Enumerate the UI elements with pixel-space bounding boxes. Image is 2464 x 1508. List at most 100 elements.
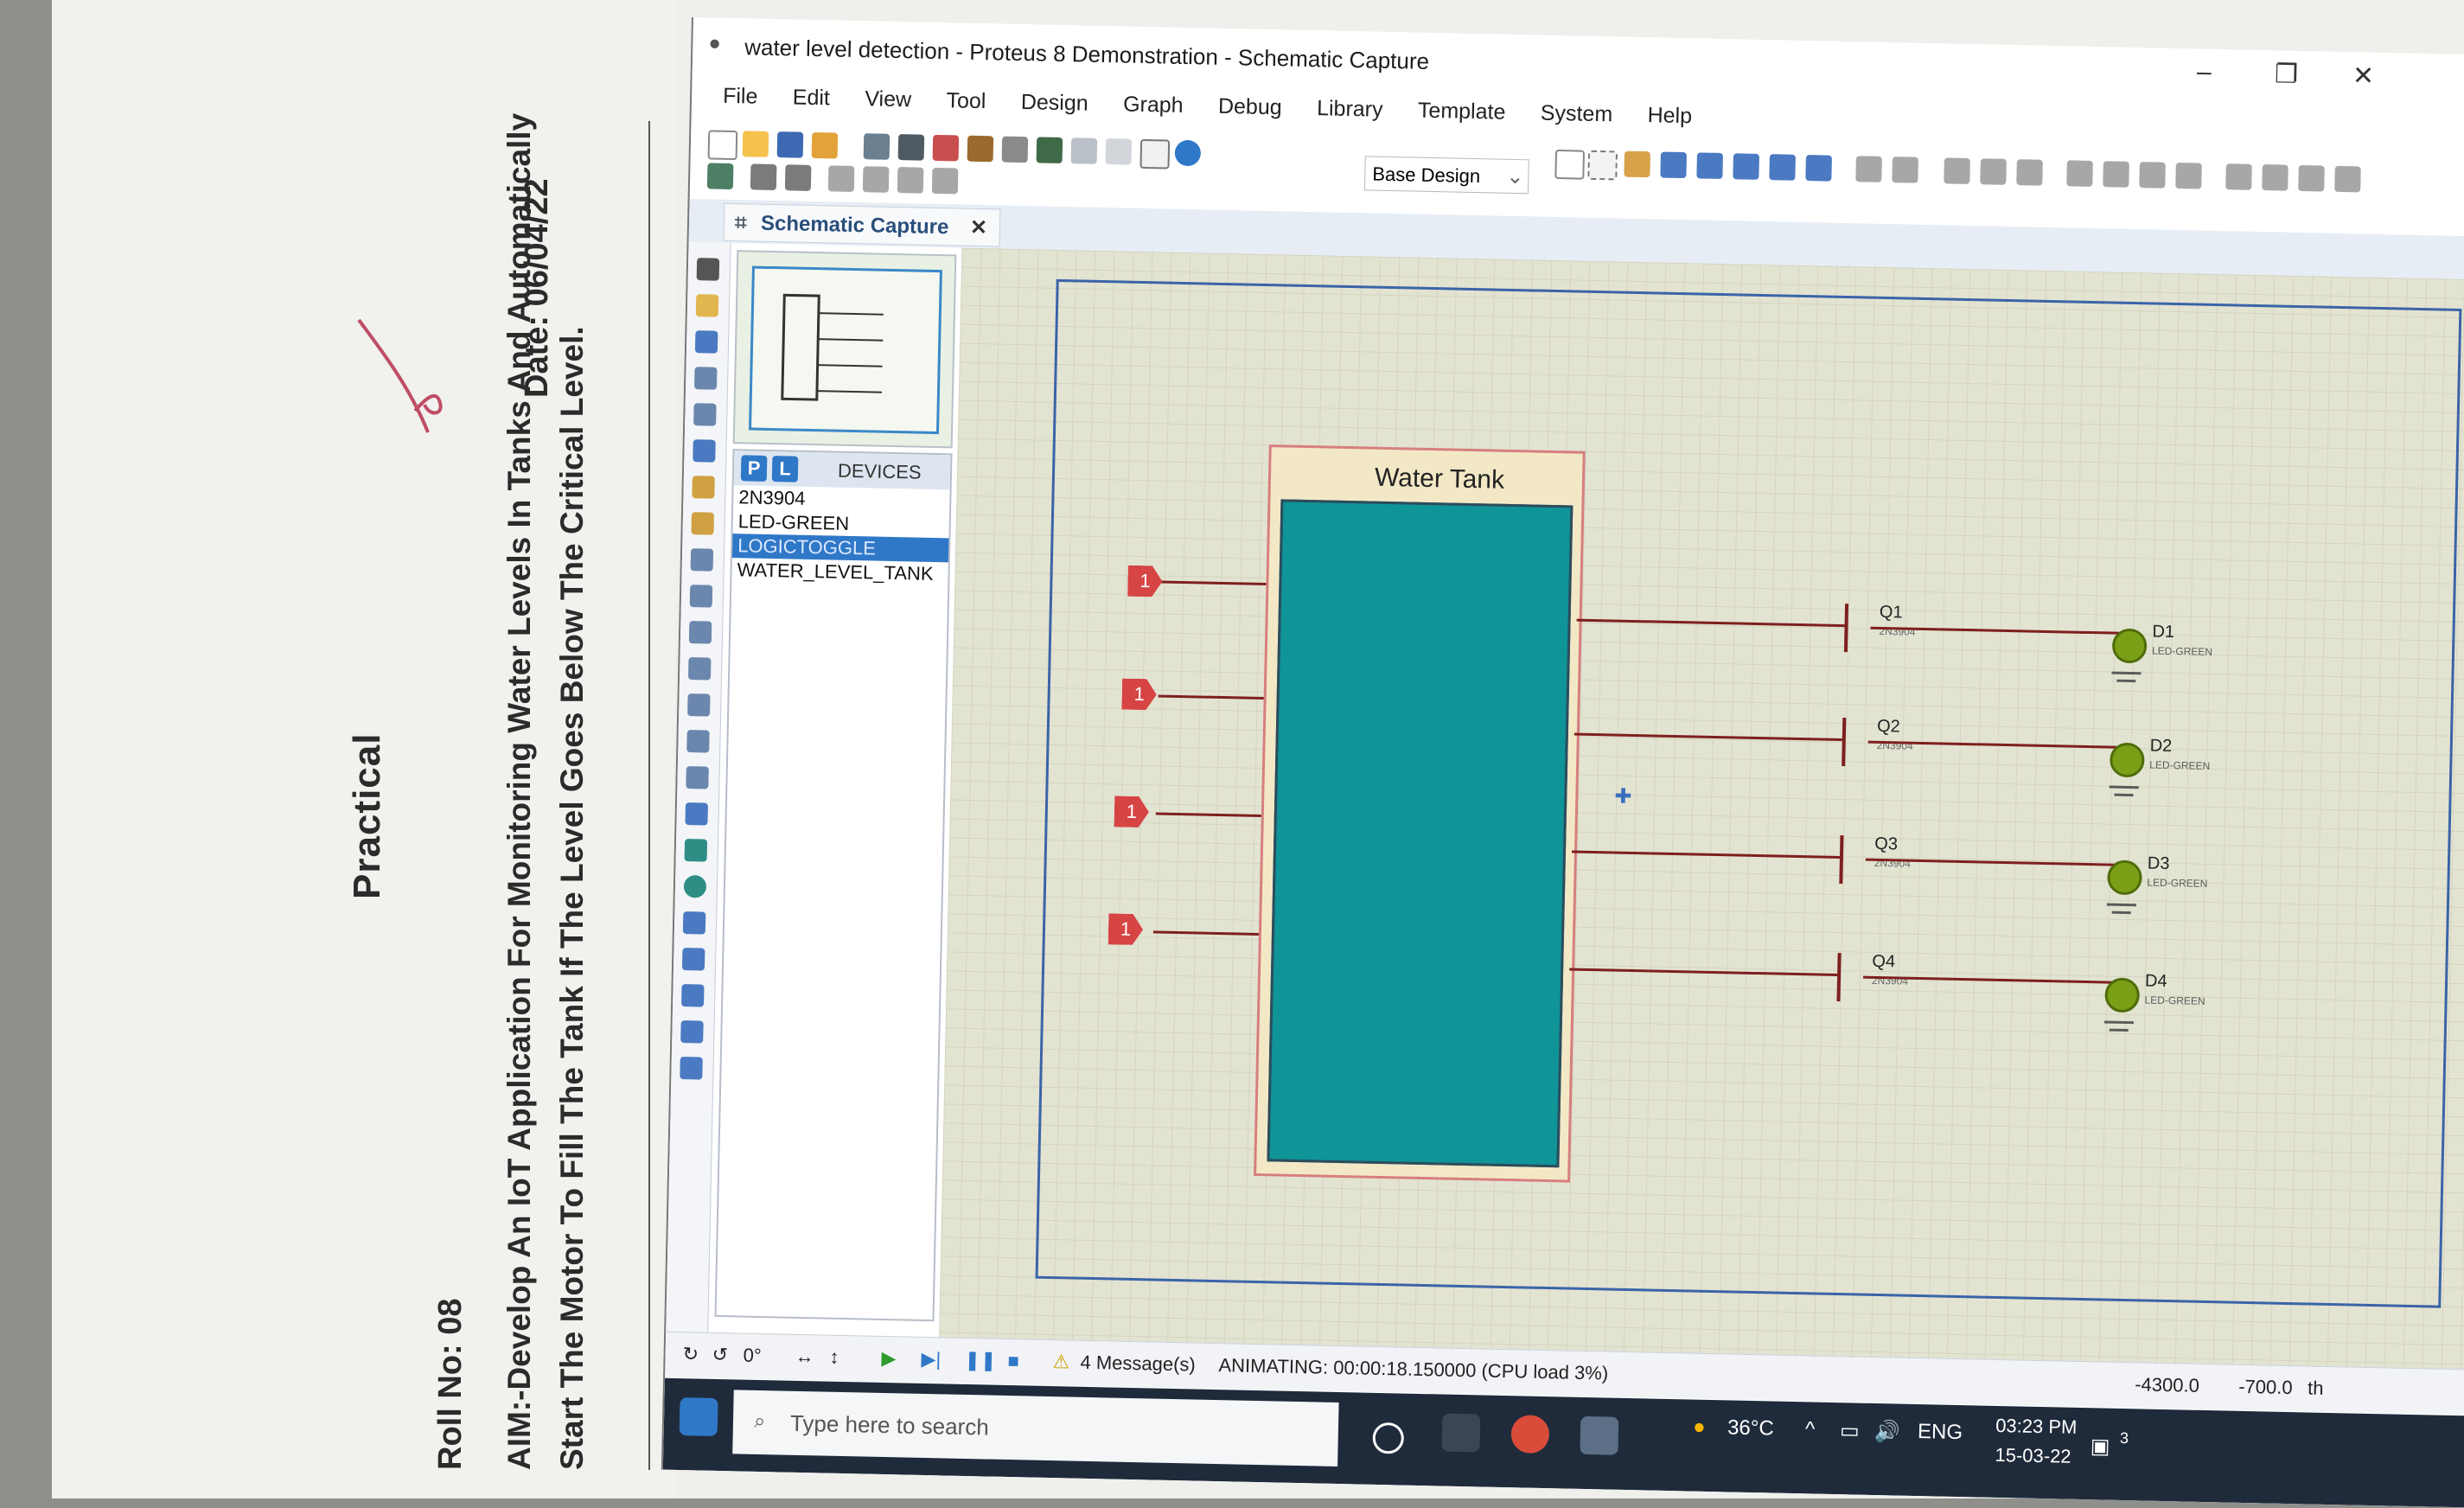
menu-help[interactable]: Help — [1647, 103, 1692, 129]
zoom-in-icon[interactable] — [1696, 152, 1723, 180]
taskbar-search-input[interactable]: Type here to search — [732, 1390, 1339, 1467]
clock-time[interactable]: 03:23 PM — [1995, 1415, 2078, 1439]
close-button[interactable]: ✕ — [2352, 61, 2375, 92]
zoom-out-icon[interactable] — [1733, 153, 1759, 180]
water-tank-component[interactable]: Water Tank — [1254, 444, 1586, 1183]
stop-icon[interactable]: ■ — [1007, 1350, 1019, 1372]
grid-icon[interactable] — [1587, 150, 1618, 181]
pick-device-button[interactable]: P — [740, 455, 768, 482]
menu-view[interactable]: View — [865, 86, 911, 112]
schematic-icon[interactable] — [897, 134, 925, 161]
overview-viewport[interactable] — [749, 265, 942, 435]
device-pin-icon[interactable] — [690, 548, 714, 572]
block-rotate-icon[interactable] — [2139, 162, 2166, 188]
cortana-icon[interactable] — [1372, 1422, 1405, 1454]
make-device-icon[interactable] — [2262, 164, 2288, 191]
block-move-icon[interactable] — [2103, 161, 2129, 188]
play-icon[interactable]: ▶ — [881, 1347, 896, 1370]
message-count[interactable]: 4 Message(s) — [1080, 1351, 1196, 1377]
property-assignment-icon[interactable] — [784, 164, 812, 191]
library-manager-button[interactable]: L — [771, 456, 799, 482]
step-icon[interactable]: ▶| — [921, 1348, 941, 1371]
zoom-area-icon[interactable] — [1805, 155, 1832, 182]
mirror-horizontal-icon[interactable]: ↔ — [795, 1345, 814, 1368]
virtual-instrument-icon[interactable] — [686, 766, 709, 789]
chrome-icon[interactable] — [1510, 1415, 1550, 1454]
menu-design[interactable]: Design — [1021, 90, 1088, 117]
notification-icon[interactable]: ▣ — [2090, 1434, 2110, 1459]
task-view-icon[interactable] — [1441, 1413, 1481, 1453]
notes-icon[interactable] — [1139, 138, 1171, 169]
mirror-vertical-icon[interactable]: ↕ — [829, 1346, 839, 1369]
menu-edit[interactable]: Edit — [793, 85, 831, 111]
junction-dot-icon[interactable] — [694, 330, 718, 354]
device-list-item-water-level-tank[interactable]: WATER_LEVEL_TANK — [731, 558, 948, 586]
menu-graph[interactable]: Graph — [1123, 92, 1184, 118]
new-file-icon[interactable] — [707, 130, 738, 161]
line-icon[interactable] — [685, 802, 708, 826]
pause-icon[interactable]: ❚❚ — [964, 1349, 996, 1372]
rotate-clockwise-icon[interactable]: ↻ — [682, 1343, 699, 1365]
terminal-icon[interactable] — [691, 512, 715, 535]
bus-icon[interactable] — [693, 439, 716, 463]
zoom-all-icon[interactable] — [1769, 154, 1796, 181]
path-icon[interactable] — [681, 948, 705, 971]
bom-icon[interactable] — [1036, 137, 1063, 164]
wire-autorouter-icon[interactable] — [706, 163, 734, 190]
copy-icon[interactable] — [1980, 158, 2007, 185]
undo-icon[interactable] — [1855, 156, 1882, 182]
voltage-probe-icon[interactable] — [687, 693, 711, 717]
rotate-anticlockwise-icon[interactable]: ↺ — [712, 1344, 728, 1366]
clock-date[interactable]: 15-03-22 — [1995, 1444, 2071, 1468]
pick-device-icon[interactable] — [2225, 163, 2252, 190]
refresh-icon[interactable] — [1554, 149, 1586, 180]
circle-icon[interactable] — [683, 875, 707, 898]
text-icon[interactable] — [681, 984, 705, 1007]
windows-start-icon[interactable] — [679, 1397, 718, 1436]
schematic-canvas[interactable]: Water Tank 1 1 1 1 Q1 2N3904 Q2 2N3904 Q… — [939, 247, 2464, 1370]
proteus-taskbar-icon[interactable] — [1580, 1415, 1619, 1455]
menu-system[interactable]: System — [1541, 101, 1613, 128]
overview-panel[interactable] — [732, 250, 957, 449]
menu-library[interactable]: Library — [1317, 96, 1383, 123]
close-icon[interactable]: ✕ — [969, 209, 988, 247]
wire-label-icon[interactable] — [693, 367, 718, 390]
search-tag-icon[interactable] — [750, 163, 777, 191]
block-copy-icon[interactable] — [2066, 160, 2093, 187]
cut-icon[interactable] — [1944, 157, 1970, 185]
network-icon[interactable]: ▭ — [1840, 1418, 1860, 1443]
exit-parent-icon[interactable] — [897, 167, 924, 194]
design-explorer-icon[interactable] — [1105, 138, 1133, 165]
3d-view-icon[interactable] — [1001, 136, 1029, 163]
home-icon[interactable] — [863, 133, 890, 160]
component-mode-icon[interactable] — [695, 294, 719, 317]
source-code-icon[interactable] — [1070, 137, 1098, 164]
design-select[interactable]: Base Design — [1363, 156, 1529, 195]
selection-mode-icon[interactable] — [696, 258, 720, 281]
redo-icon[interactable] — [1892, 157, 1918, 183]
save-icon[interactable] — [776, 131, 804, 158]
origin-icon[interactable] — [1624, 150, 1650, 178]
box-icon[interactable] — [684, 839, 708, 862]
text-script-icon[interactable] — [693, 403, 717, 426]
menu-template[interactable]: Template — [1418, 99, 1506, 125]
generator-icon[interactable] — [687, 657, 712, 681]
menu-tool[interactable]: Tool — [946, 88, 986, 114]
current-probe-icon[interactable] — [686, 730, 710, 753]
volume-icon[interactable]: 🔊 — [1874, 1419, 1900, 1445]
pcb-icon[interactable] — [932, 134, 960, 162]
import-icon[interactable] — [811, 131, 839, 159]
package-tool-icon[interactable] — [2298, 164, 2325, 192]
menu-debug[interactable]: Debug — [1218, 94, 1282, 121]
graph-icon[interactable] — [689, 585, 713, 608]
paste-icon[interactable] — [2016, 159, 2043, 186]
arc-icon[interactable] — [682, 911, 706, 935]
marker-icon[interactable] — [680, 1056, 703, 1080]
restore-button[interactable]: ❐ — [2275, 59, 2299, 90]
new-sheet-icon[interactable] — [827, 165, 855, 192]
remove-sheet-icon[interactable] — [862, 166, 890, 193]
minimize-button[interactable]: – — [2197, 57, 2212, 86]
tape-recorder-icon[interactable] — [688, 621, 712, 644]
language-indicator[interactable]: ENG — [1918, 1420, 1963, 1445]
menu-file[interactable]: File — [723, 84, 758, 110]
